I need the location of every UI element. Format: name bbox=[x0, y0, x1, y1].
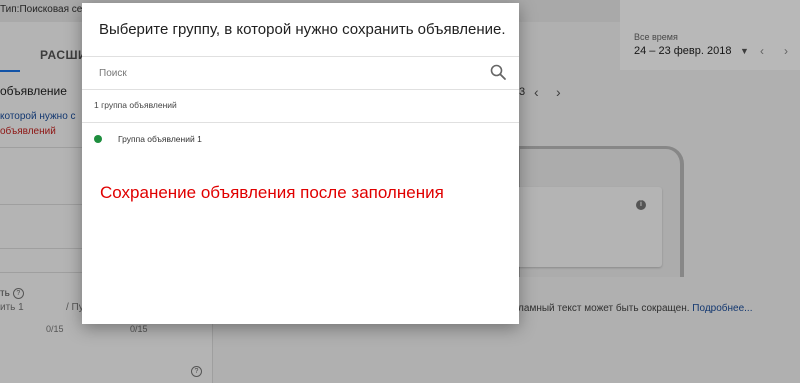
search-icon[interactable] bbox=[489, 63, 507, 81]
search-input[interactable] bbox=[99, 65, 479, 81]
status-dot-icon bbox=[94, 135, 102, 143]
divider bbox=[82, 122, 519, 123]
group-count: 1 группа объявлений bbox=[94, 100, 177, 110]
divider bbox=[82, 89, 519, 90]
divider bbox=[82, 56, 519, 57]
dialog-title: Выберите группу, в которой нужно сохрани… bbox=[99, 21, 506, 38]
annotation-text: Сохранение объявления после заполнения bbox=[100, 183, 444, 202]
ad-group-name: Группа объявлений 1 bbox=[118, 134, 202, 144]
select-ad-group-dialog: Выберите группу, в которой нужно сохрани… bbox=[82, 3, 519, 324]
ad-group-list-item[interactable]: Группа объявлений 1 bbox=[82, 126, 519, 154]
